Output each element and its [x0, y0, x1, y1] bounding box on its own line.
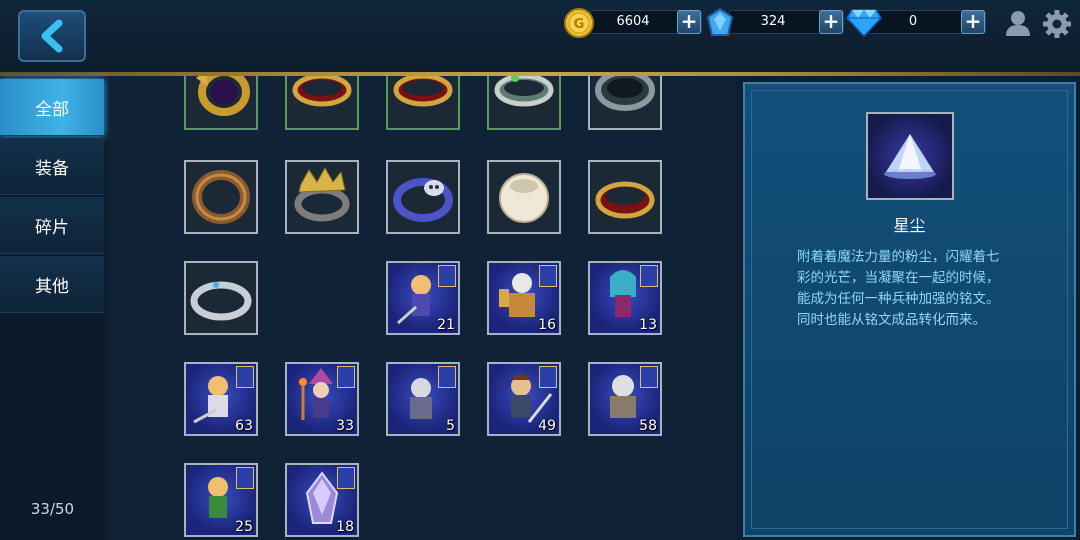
fragment-count: 63 — [235, 418, 253, 434]
item-description: 附着着魔法力量的粉尘，闪耀着七 彩的光芒，当凝聚在一起的时候， 能成为任何一种兵… — [797, 247, 1029, 331]
hero-badge-icon — [640, 265, 658, 287]
inventory-slot[interactable] — [386, 76, 460, 130]
inventory-slot[interactable] — [285, 160, 359, 234]
add-gold-button[interactable]: + — [677, 10, 701, 34]
ring-icon — [499, 173, 549, 223]
hero-fragment-slot[interactable]: 13 — [588, 261, 662, 335]
hero-badge-icon — [539, 366, 557, 388]
ring-icon — [292, 76, 352, 107]
fragment-count: 49 — [538, 418, 556, 434]
stardust-icon — [866, 112, 954, 200]
add-diamond-button[interactable]: + — [961, 10, 985, 34]
hero-badge-icon — [236, 366, 254, 388]
inventory-slot[interactable] — [386, 160, 460, 234]
item-detail-panel: 星尘 附着着魔法力量的粉尘，闪耀着七 彩的光芒，当凝聚在一起的时候， 能成为任何… — [743, 82, 1076, 537]
hero-fragment-slot[interactable]: 63 — [184, 362, 258, 436]
description-line: 附着着魔法力量的粉尘，闪耀着七 — [797, 249, 1000, 265]
hero-fragment-slot[interactable]: 58 — [588, 362, 662, 436]
tab-fragments[interactable]: 碎片 — [0, 197, 104, 254]
hero-fragment-slot[interactable]: 5 — [386, 362, 460, 436]
hero-badge-icon — [438, 265, 456, 287]
add-crystal-button[interactable]: + — [819, 10, 843, 34]
ring-icon — [190, 281, 252, 321]
description-line: 同时也能从铭文成品转化而来。 — [797, 312, 986, 328]
back-button[interactable] — [18, 10, 86, 62]
top-bar: 6604 + G 324 + 0 + — [0, 0, 1080, 72]
fragment-count: 33 — [336, 418, 354, 434]
gold-value: 6604 — [616, 14, 650, 29]
inventory-slot[interactable] — [588, 160, 662, 234]
hero-fragment-slot[interactable]: 33 — [285, 362, 359, 436]
inventory-grid: 21 16 13 63 33 5 49 58 25 18 — [110, 76, 736, 540]
inventory-slot[interactable] — [184, 76, 258, 130]
inventory-slot[interactable] — [487, 76, 561, 130]
gear-icon[interactable] — [1042, 9, 1072, 39]
ring-icon — [294, 166, 350, 222]
diamond-counter: 0 + — [866, 10, 986, 34]
crystal-value: 324 — [760, 14, 786, 29]
back-arrow-icon — [41, 19, 63, 53]
tab-other[interactable]: 其他 — [0, 256, 104, 313]
hero-fragment-slot[interactable]: 25 — [184, 463, 258, 537]
inventory-slot[interactable] — [285, 76, 359, 130]
inventory-slot[interactable] — [588, 76, 662, 130]
fragment-count: 25 — [235, 519, 253, 535]
fragment-count: 13 — [639, 317, 657, 333]
gold-counter: 6604 + — [590, 10, 702, 34]
hero-fragment-slot[interactable]: 18 — [285, 463, 359, 537]
inventory-capacity: 33/50 — [30, 500, 75, 518]
description-line: 彩的光芒，当凝聚在一起的时候， — [797, 270, 1000, 286]
crystal-counter: 324 + — [728, 10, 844, 34]
hero-badge-icon — [337, 366, 355, 388]
fragment-count: 58 — [639, 418, 657, 434]
ring-icon — [494, 76, 554, 107]
diamond-icon — [846, 9, 882, 38]
description-line: 能成为任何一种兵种加强的铭文。 — [797, 291, 1000, 307]
hero-badge-icon — [236, 467, 254, 489]
ring-icon — [393, 178, 453, 222]
blue-crystal-icon — [706, 7, 734, 36]
ring-icon — [192, 170, 250, 224]
hero-badge-icon — [539, 265, 557, 287]
hero-badge-icon — [640, 366, 658, 388]
fragment-count: 18 — [336, 519, 354, 535]
hero-badge-icon — [438, 366, 456, 388]
fragment-count: 16 — [538, 317, 556, 333]
ring-icon — [595, 76, 655, 111]
item-name: 星尘 — [893, 216, 926, 235]
tab-equipment[interactable]: 装备 — [0, 138, 104, 195]
hero-fragment-slot[interactable]: 16 — [487, 261, 561, 335]
tab-all[interactable]: 全部 — [0, 79, 104, 136]
gold-coin-icon: G — [564, 8, 594, 38]
ring-icon — [595, 181, 655, 219]
hero-fragment-slot[interactable]: 49 — [487, 362, 561, 436]
svg-text:G: G — [574, 17, 585, 32]
fragment-count: 21 — [437, 317, 455, 333]
hero-fragment-slot[interactable]: 21 — [386, 261, 460, 335]
ring-icon — [196, 76, 250, 116]
inventory-slot[interactable] — [487, 160, 561, 234]
user-icon[interactable] — [1004, 9, 1032, 37]
hero-badge-icon — [337, 467, 355, 489]
inventory-slot[interactable] — [184, 261, 258, 335]
category-sidebar: 全部 装备 碎片 其他 — [0, 76, 105, 540]
inventory-slot[interactable] — [184, 160, 258, 234]
fragment-count: 5 — [446, 418, 455, 434]
ring-icon — [393, 76, 453, 107]
